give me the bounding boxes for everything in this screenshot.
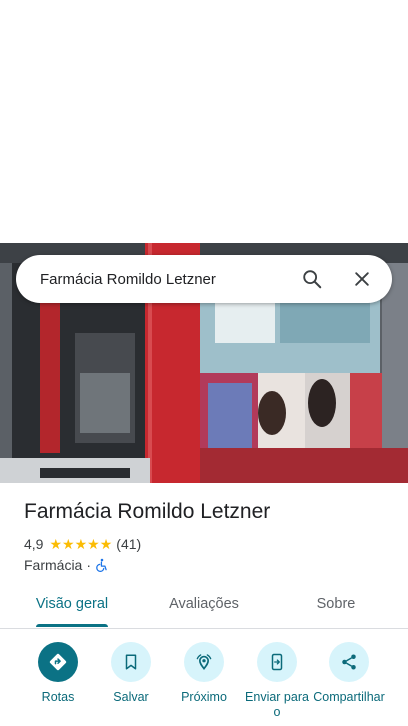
rating-row[interactable]: 4,9 ★ ★ ★ ★ ★ (41) <box>24 536 141 552</box>
star-icon: ★ <box>49 536 63 552</box>
search-icon <box>303 270 322 289</box>
nearby-button[interactable]: Próximo <box>166 640 242 705</box>
rating-stars: ★ ★ ★ ★ ★ <box>49 537 112 551</box>
category-row: Farmácia · <box>24 557 109 573</box>
wheelchair-accessible-icon <box>96 558 107 572</box>
clear-button[interactable] <box>342 259 382 299</box>
nearby-icon <box>196 654 212 671</box>
save-button[interactable]: Salvar <box>93 640 169 705</box>
star-icon: ★ <box>62 536 75 552</box>
directions-icon <box>49 653 67 671</box>
send-to-phone-label: Enviar para o <box>245 690 309 719</box>
tab-bar: Visão geral Avaliações Sobre <box>0 586 408 629</box>
active-tab-indicator <box>36 624 108 627</box>
save-button-circle <box>111 642 151 682</box>
search-input[interactable]: Farmácia Romildo Letzner <box>16 271 292 288</box>
share-button-circle <box>329 642 369 682</box>
send-to-phone-button-circle <box>257 642 297 682</box>
tab-reviews[interactable]: Avaliações <box>156 586 252 626</box>
place-title: Farmácia Romildo Letzner <box>24 500 271 523</box>
send-to-phone-icon <box>271 653 283 671</box>
bookmark-icon <box>125 654 137 670</box>
save-label: Salvar <box>113 690 149 704</box>
star-icon: ★ <box>87 536 100 552</box>
share-button[interactable]: Compartilhar <box>311 640 387 705</box>
search-button[interactable] <box>292 259 332 299</box>
nearby-label: Próximo <box>181 690 227 704</box>
directions-label: Rotas <box>41 690 75 704</box>
directions-button-circle <box>38 642 78 682</box>
share-label: Compartilhar <box>313 690 385 704</box>
directions-button[interactable]: Rotas <box>20 640 96 705</box>
rating-value: 4,9 <box>24 536 44 552</box>
action-bar: Rotas Salvar Próximo Enviar para o Compa… <box>0 640 408 726</box>
close-icon <box>355 272 369 286</box>
review-count[interactable]: (41) <box>116 536 141 552</box>
category-label: Farmácia <box>24 557 83 573</box>
search-bar[interactable]: Farmácia Romildo Letzner <box>16 255 392 303</box>
send-to-phone-button[interactable]: Enviar para o <box>239 640 315 720</box>
separator: · <box>86 557 92 573</box>
tab-about[interactable]: Sobre <box>290 586 382 626</box>
star-icon: ★ <box>74 536 88 552</box>
star-icon: ★ <box>99 536 113 552</box>
map-area[interactable] <box>0 0 408 243</box>
share-icon <box>342 654 356 670</box>
tab-overview[interactable]: Visão geral <box>24 586 120 626</box>
nearby-button-circle <box>184 642 224 682</box>
